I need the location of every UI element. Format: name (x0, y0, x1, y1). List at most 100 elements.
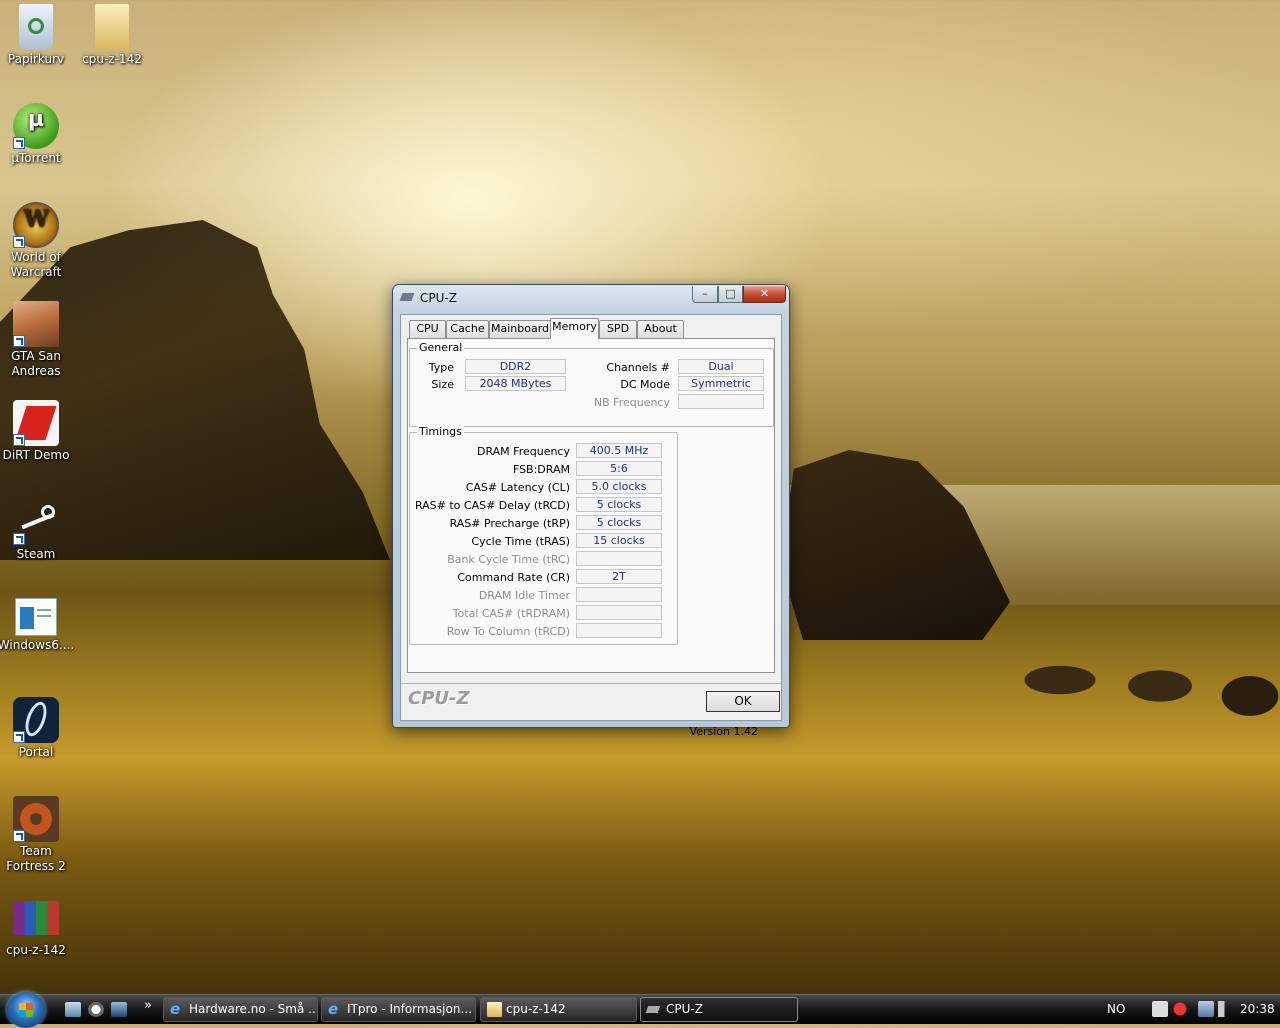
window-client: CPU Cache Mainboard Memory SPD About Gen… (400, 314, 782, 738)
quicklaunch-more-button[interactable]: » (144, 998, 152, 1013)
timing-label: Command Rate (CR) (457, 571, 570, 584)
cpuz-brand-logo: CPU-Z (408, 688, 470, 709)
tab-memory[interactable]: Memory (550, 318, 599, 339)
windows-update-icon (15, 598, 57, 636)
taskbar-item-label: Hardware.no - Små ... (189, 1002, 318, 1016)
folder-icon (95, 4, 129, 50)
desktop-icon-label: cpu-z-142 (82, 52, 142, 66)
desktop-icon-dirt[interactable]: DiRT Demo (0, 400, 76, 463)
taskbar-item-label: CPU-Z (666, 1002, 703, 1016)
size-value: 2048 MBytes (465, 376, 566, 391)
desktop-icon-gta[interactable]: GTA San Andreas (0, 301, 76, 379)
tray-app-icon[interactable] (1152, 1001, 1168, 1017)
timings-group: Timings DRAM Frequency 400.5 MHz FSB:DRAM 5… (409, 425, 678, 645)
wallpaper-rock (780, 450, 1010, 640)
tab-cache[interactable]: Cache (446, 320, 489, 338)
timing-value: 400.5 MHz (576, 443, 662, 458)
desktop-icon-label: GTA San Andreas (11, 349, 61, 378)
rar-archive-icon (13, 901, 59, 935)
dcmode-label: DC Mode (620, 378, 670, 391)
desktop-icon-tf2[interactable]: Team Fortress 2 (0, 796, 76, 874)
desktop-icon-steam[interactable]: Steam (0, 499, 76, 562)
ie-icon: e (328, 1000, 339, 1018)
minimize-button[interactable]: – (692, 286, 718, 303)
shortcut-arrow-icon (13, 830, 25, 842)
timing-label: Total CAS# (tRDRAM) (452, 607, 570, 620)
clock[interactable]: 20:38 (1240, 1002, 1275, 1016)
desktop-icon-label: Papirkurv (7, 52, 65, 66)
taskbar-item-folder-cpuz[interactable]: cpu-z-142 (480, 997, 637, 1022)
nbfreq-label: NB Frequency (593, 396, 670, 409)
timing-label: Bank Cycle Time (tRC) (447, 553, 570, 566)
tab-spd[interactable]: SPD (599, 320, 637, 338)
recycle-bin-icon (19, 4, 53, 50)
utorrent-icon: µ (13, 103, 59, 149)
shortcut-arrow-icon (13, 731, 25, 743)
tab-about[interactable]: About (637, 320, 684, 338)
desktop-icon-label: Team Fortress 2 (6, 844, 66, 873)
timing-label: Cycle Time (tRAS) (471, 535, 570, 548)
window-footer: CPU-Z OK (401, 683, 781, 720)
tab-mainboard[interactable]: Mainboard (489, 320, 551, 338)
media-player-icon[interactable] (88, 1002, 104, 1017)
desktop-icon-utorrent[interactable]: µ µTorrent (0, 103, 76, 166)
window-title: CPU-Z (420, 291, 457, 305)
timing-value: 2T (576, 569, 662, 584)
timings-group-label: Timings (417, 425, 464, 438)
timing-label: CAS# Latency (CL) (465, 481, 570, 494)
desktop-icon-portal[interactable]: Portal (0, 697, 76, 760)
desktop-icon-windows-update[interactable]: Windows6.... (0, 598, 76, 653)
timing-label: DRAM Idle Timer (478, 589, 570, 602)
version-label: Version 1.42 (689, 725, 758, 738)
memory-tab-panel: General Type DDR2 Size 2048 MBytes Chann… (407, 338, 775, 738)
show-desktop-icon[interactable] (65, 1002, 81, 1017)
nbfreq-value (678, 394, 764, 409)
network-icon[interactable] (1198, 1001, 1214, 1017)
wow-icon: W (13, 202, 59, 248)
cpuz-app-icon (399, 293, 415, 301)
taskbar-item-label: cpu-z-142 (506, 1002, 566, 1016)
timing-value: 5 clocks (576, 515, 662, 530)
timing-label: Row To Column (tRCD) (446, 625, 570, 638)
type-value: DDR2 (465, 359, 566, 374)
timing-value (576, 551, 662, 566)
timing-value: 15 clocks (576, 533, 662, 548)
dcmode-value: Symmetric (678, 376, 764, 391)
channels-value: Dual (678, 359, 764, 374)
desktop-icon-label: World of Warcraft (10, 250, 62, 279)
desktop-icon-label: DiRT Demo (2, 448, 70, 462)
timing-label: DRAM Frequency (476, 445, 570, 458)
ie-icon: e (170, 1000, 181, 1018)
cpuz-icon (645, 1006, 661, 1013)
tab-cpu[interactable]: CPU (409, 320, 446, 338)
language-indicator[interactable]: NO (1107, 1002, 1125, 1016)
window-titlebar[interactable]: CPU-Z – □ ✕ (393, 285, 789, 311)
switch-windows-icon[interactable] (111, 1002, 127, 1017)
channels-label: Channels # (606, 361, 670, 374)
desktop-icon-wow[interactable]: W World of Warcraft (0, 202, 76, 280)
shortcut-arrow-icon (13, 137, 25, 149)
timing-value (576, 605, 662, 620)
general-group: General Type DDR2 Size 2048 MBytes Chann… (409, 341, 774, 427)
portal-icon (13, 697, 59, 743)
cpuz-window: CPU-Z – □ ✕ CPU Cache Mainboard Memory S… (392, 284, 790, 738)
volume-icon[interactable] (1218, 1001, 1234, 1017)
taskbar-item-label: ITpro - Informasjon... (347, 1002, 472, 1016)
ok-button[interactable]: OK (706, 691, 780, 712)
start-button[interactable] (7, 992, 45, 1028)
desktop-icon-label: Steam (16, 547, 56, 561)
desktop-icon-label: cpu-z-142 (6, 943, 66, 957)
desktop-icon-recycle-bin[interactable]: Papirkurv (0, 4, 76, 67)
timing-value: 5.0 clocks (576, 479, 662, 494)
taskbar-item-hardware[interactable]: e Hardware.no - Små ... (163, 997, 318, 1022)
shortcut-arrow-icon (13, 236, 25, 248)
security-alert-icon[interactable] (1172, 1001, 1188, 1017)
maximize-button[interactable]: □ (718, 286, 743, 303)
desktop-icon-rar-cpuz[interactable]: cpu-z-142 (0, 895, 76, 958)
dirt-icon (13, 400, 59, 446)
desktop-icon-folder-cpuz[interactable]: cpu-z-142 (72, 4, 152, 67)
taskbar-item-itpro[interactable]: e ITpro - Informasjon... (321, 997, 476, 1022)
taskbar-item-cpuz[interactable]: CPU-Z (640, 997, 798, 1022)
desktop-icon-label: Windows6.... (0, 638, 75, 652)
close-button[interactable]: ✕ (743, 286, 786, 303)
